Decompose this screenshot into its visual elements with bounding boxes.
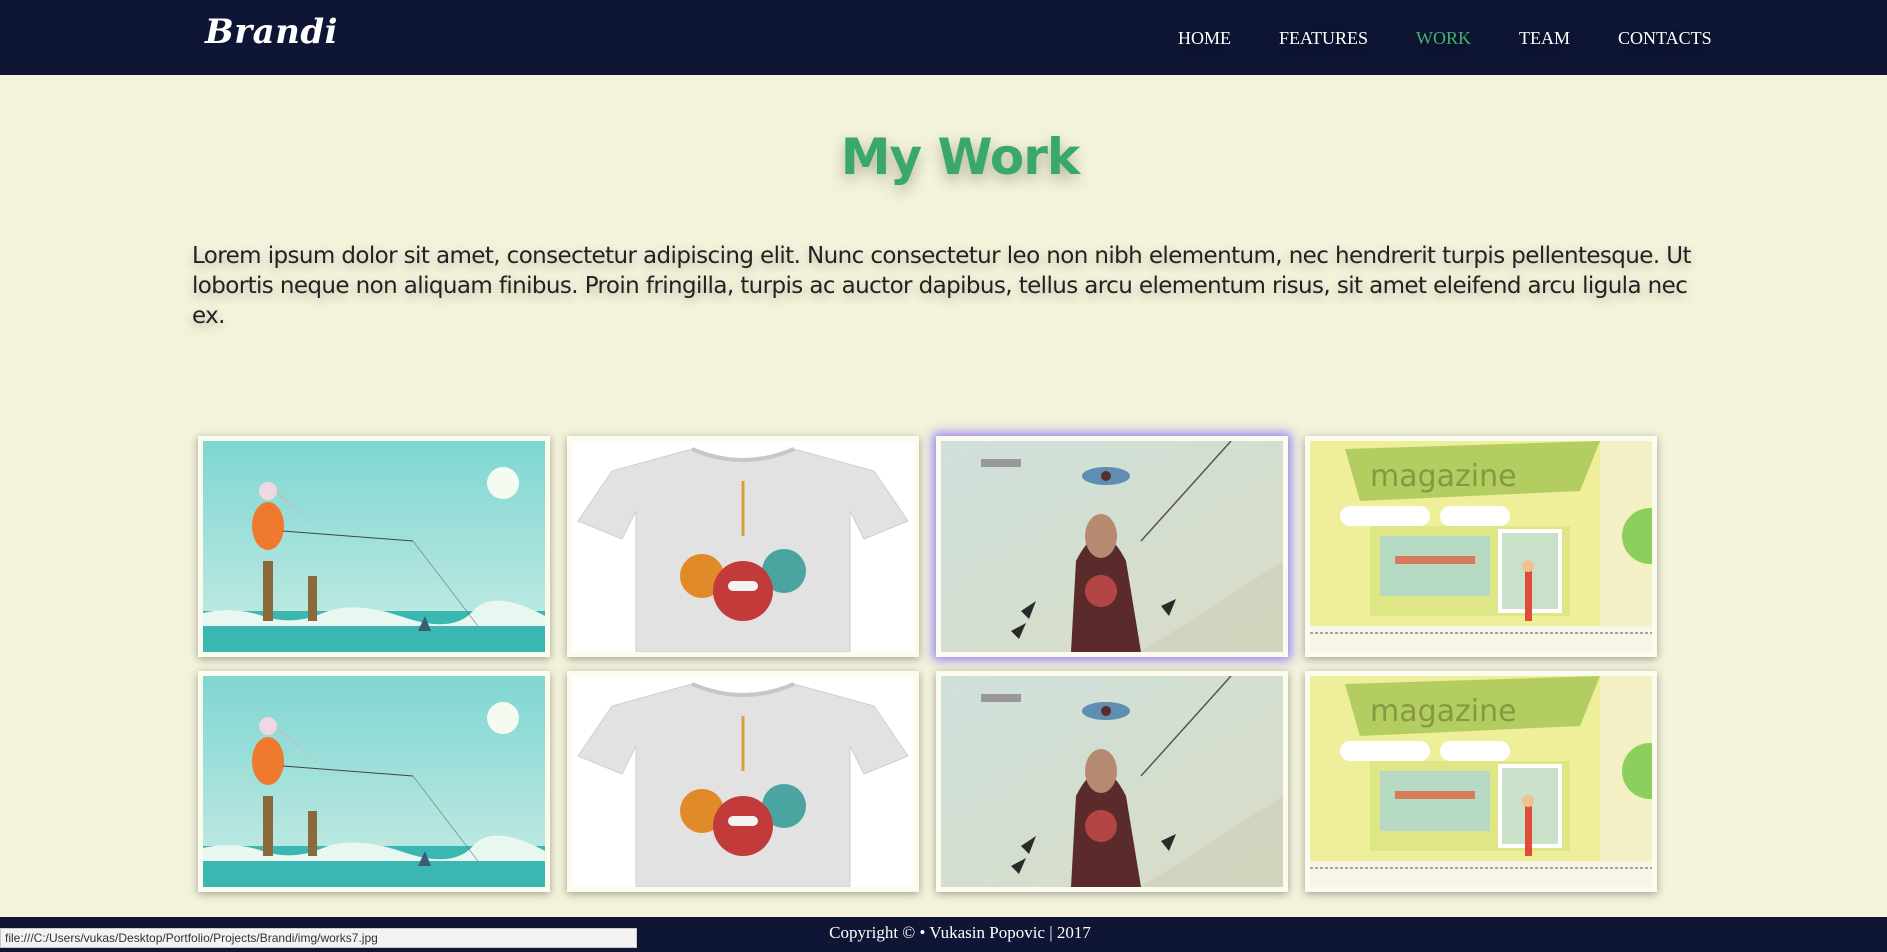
gallery-item-tshirt[interactable] (567, 671, 919, 892)
gallery-item-tshirt[interactable] (567, 436, 919, 657)
tshirt-illustration (572, 441, 914, 652)
pelican-illustration (203, 676, 545, 887)
nav-work[interactable]: WORK (1416, 28, 1471, 49)
svg-text:magazine: magazine (1370, 459, 1517, 494)
navbar: Brandi HOME FEATURES WORK TEAM CONTACTS (0, 0, 1887, 75)
magazine-illustration: magazine (1310, 441, 1652, 652)
intro-paragraph: Lorem ipsum dolor sit amet, consectetur … (192, 243, 1692, 329)
logo[interactable]: Brandi (205, 12, 338, 52)
portrait-illustration (941, 676, 1283, 887)
gallery-item-pelican[interactable] (198, 671, 550, 892)
nav-contacts[interactable]: CONTACTS (1618, 28, 1712, 49)
gallery-item-pelican[interactable] (198, 436, 550, 657)
gallery-item-portrait[interactable] (936, 436, 1288, 657)
work-gallery: magazine magazine (198, 436, 1658, 892)
nav-team[interactable]: TEAM (1519, 28, 1570, 49)
pelican-illustration (203, 441, 545, 652)
tshirt-illustration (572, 676, 914, 887)
nav-home[interactable]: HOME (1178, 28, 1231, 49)
gallery-item-portrait[interactable] (936, 671, 1288, 892)
gallery-item-magazine[interactable]: magazine (1305, 671, 1657, 892)
magazine-illustration: magazine (1310, 676, 1652, 887)
main-nav: HOME FEATURES WORK TEAM CONTACTS (1178, 28, 1712, 49)
browser-status-bar: file:///C:/Users/vukas/Desktop/Portfolio… (0, 928, 637, 948)
page-title: My Work (840, 128, 1080, 186)
portrait-illustration (941, 441, 1283, 652)
nav-features[interactable]: FEATURES (1279, 28, 1368, 49)
gallery-item-magazine[interactable]: magazine (1305, 436, 1657, 657)
svg-text:magazine: magazine (1370, 694, 1517, 729)
